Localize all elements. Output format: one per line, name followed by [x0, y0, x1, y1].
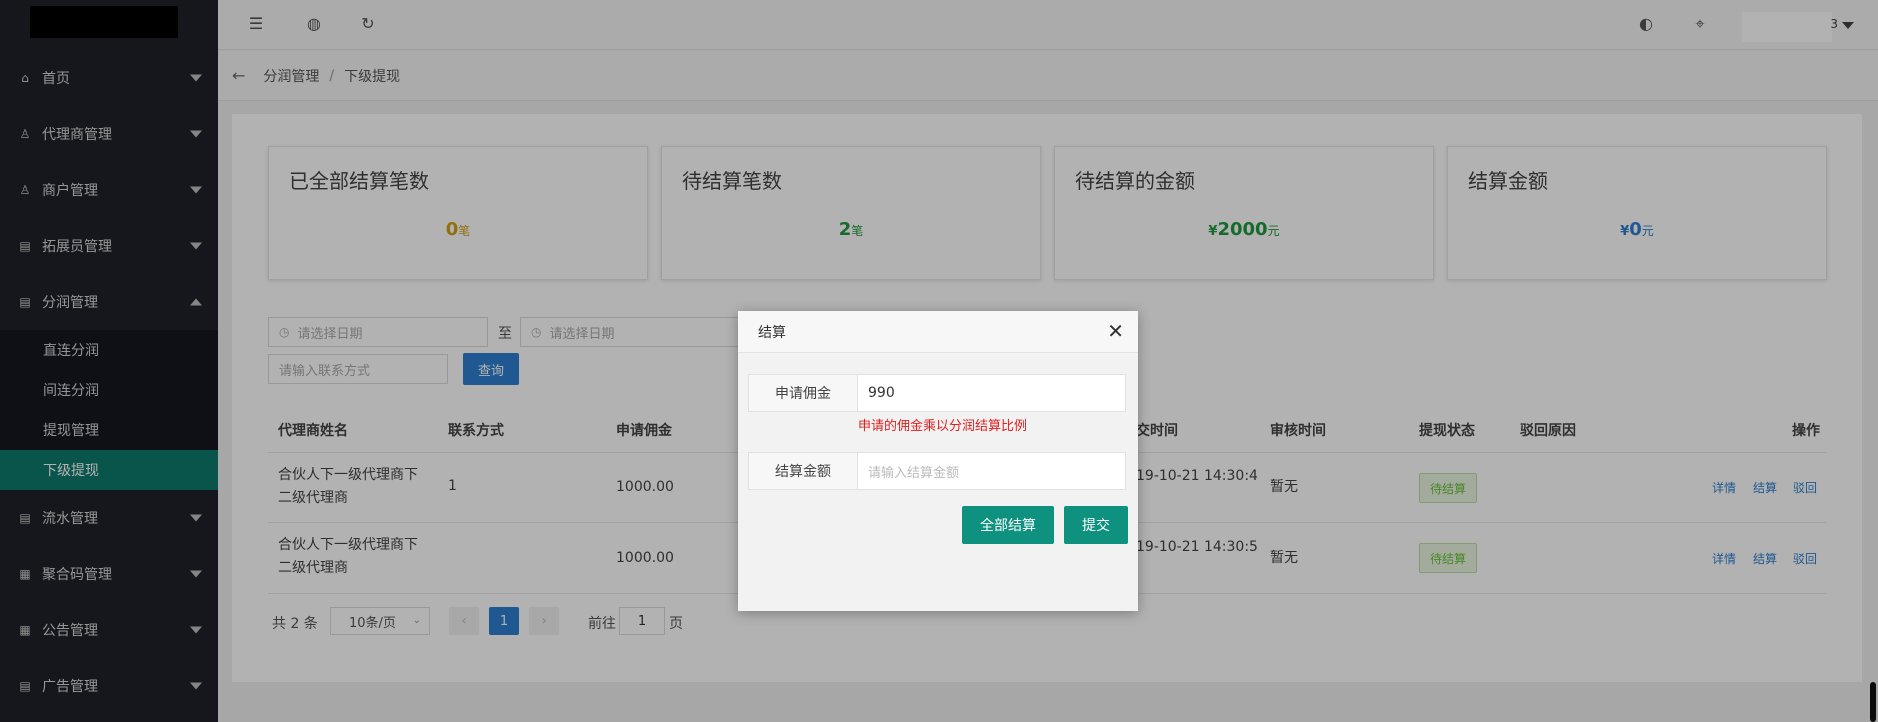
commission-row: 申请佣金 990	[748, 374, 1126, 412]
modal-title: 结算	[758, 324, 786, 341]
modal-header: 结算 ✕	[738, 311, 1138, 353]
submit-button[interactable]: 提交	[1064, 506, 1128, 544]
close-icon[interactable]: ✕	[1107, 320, 1124, 342]
commission-hint: 申请的佣金乘以分润结算比例	[858, 419, 1028, 434]
commission-label: 申请佣金	[748, 374, 858, 412]
settle-amount-input[interactable]: 请输入结算金额	[858, 452, 1126, 490]
commission-input[interactable]: 990	[858, 374, 1126, 412]
settle-all-button[interactable]: 全部结算	[962, 506, 1054, 544]
settle-amount-label: 结算金额	[748, 452, 858, 490]
settle-modal: 结算 ✕ 申请佣金 990 申请的佣金乘以分润结算比例 结算金额 请输入结算金额…	[738, 311, 1138, 611]
settle-amount-row: 结算金额 请输入结算金额	[748, 452, 1126, 490]
